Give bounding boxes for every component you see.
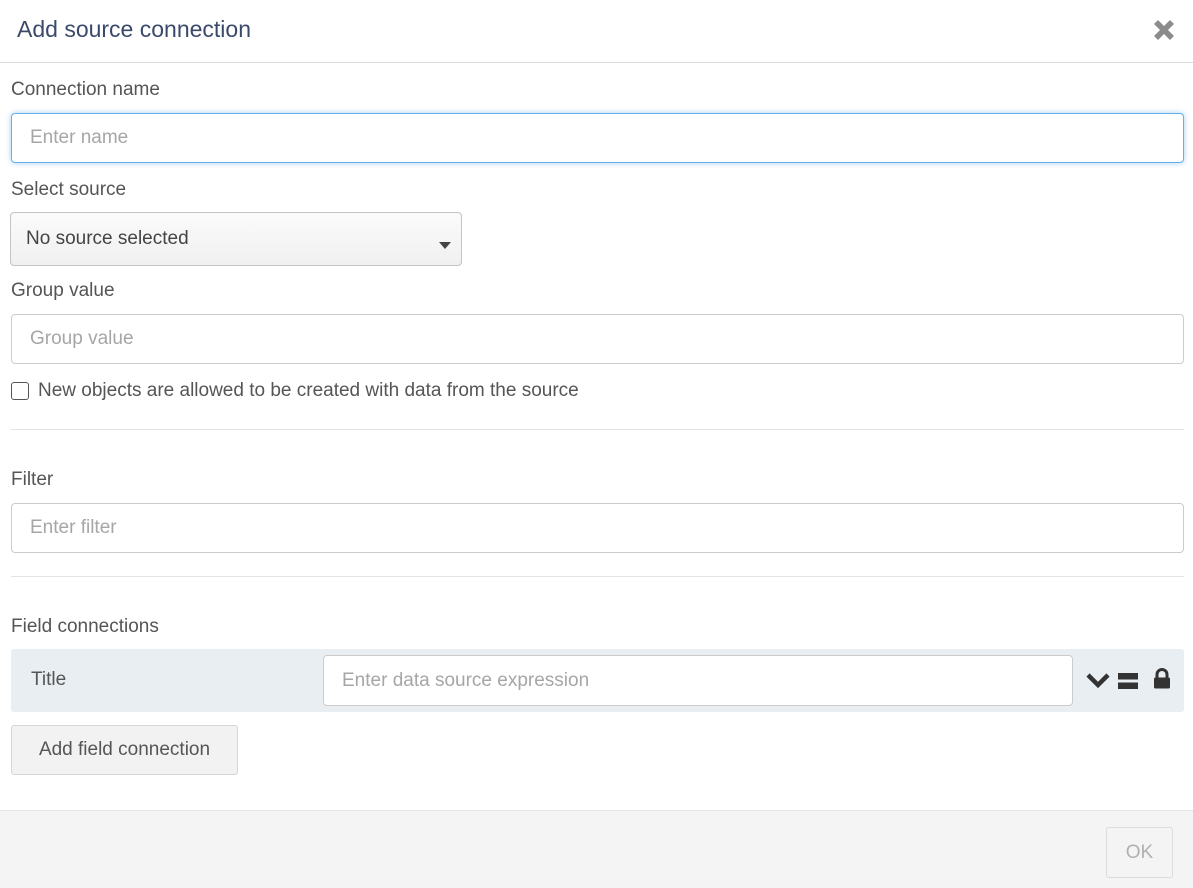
field-connections-label: Field connections [11, 616, 159, 637]
select-source-label: Select source [11, 179, 127, 200]
allow-create-checkbox[interactable] [11, 382, 29, 400]
filter-label: Filter [11, 469, 54, 490]
chevron-down-icon[interactable] [1086, 672, 1110, 695]
dialog-footer: OK [0, 810, 1193, 888]
equals-icon[interactable] [1118, 671, 1138, 696]
allow-create-label[interactable]: New objects are allowed to be created wi… [38, 380, 579, 402]
divider [11, 576, 1184, 577]
add-field-connection-button[interactable]: Add field connection [11, 725, 238, 775]
group-value-input[interactable] [11, 314, 1184, 364]
caret-down-icon [439, 237, 451, 255]
dialog-header: Add source connection [0, 0, 1193, 63]
group-value-label: Group value [11, 280, 115, 301]
close-icon[interactable] [1148, 14, 1180, 46]
lock-icon[interactable] [1153, 668, 1171, 695]
source-select-value: No source selected [26, 228, 189, 249]
dialog-title: Add source connection [17, 16, 251, 42]
connection-name-input[interactable] [11, 113, 1184, 163]
divider [11, 429, 1184, 430]
connection-name-label: Connection name [11, 79, 160, 100]
data-source-expression-input[interactable] [323, 655, 1073, 706]
field-connection-row: Title [11, 649, 1184, 712]
field-connection-name: Title [31, 669, 67, 690]
source-select[interactable]: No source selected [10, 212, 462, 266]
ok-button[interactable]: OK [1106, 827, 1173, 878]
add-source-connection-dialog: Add source connection Connection name Se… [0, 0, 1193, 888]
filter-input[interactable] [11, 503, 1184, 553]
